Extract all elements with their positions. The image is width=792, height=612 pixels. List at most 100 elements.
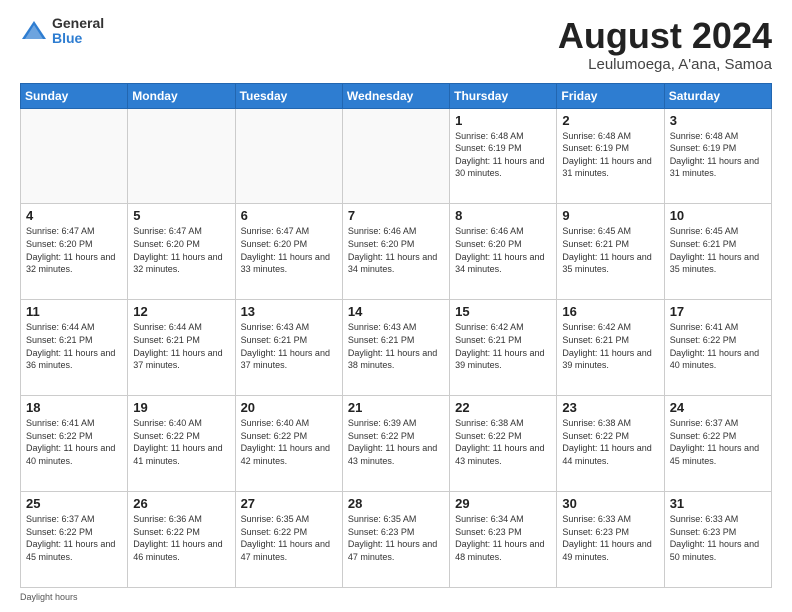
cell-w5-d1: 25Sunrise: 6:37 AM Sunset: 6:22 PM Dayli… [21,492,128,588]
logo-text: General Blue [52,16,104,47]
cell-w2-d5: 8Sunrise: 6:46 AM Sunset: 6:20 PM Daylig… [450,204,557,300]
col-wednesday: Wednesday [342,83,449,108]
calendar-header-row: Sunday Monday Tuesday Wednesday Thursday… [21,83,772,108]
week-row-4: 18 Sunrise: 6:41 AM Sunset: 6:22 PM Dayli… [21,396,772,492]
location: Leulumoega, A'ana, Samoa [558,56,772,73]
day-num-23: 23 [562,400,658,415]
day-info-5: Sunrise: 6:47 AM Sunset: 6:20 PM Dayligh… [133,225,229,275]
cell-w1-d7: 3 Sunrise: 6:48 AM Sunset: 6:19 PM Daylig… [664,108,771,204]
cell-w3-d2: 12Sunrise: 6:44 AM Sunset: 6:21 PM Dayli… [128,300,235,396]
day-num-4: 4 [26,208,122,223]
day-num-11: 11 [26,304,122,319]
day-num-19: 19 [133,400,229,415]
day-info-1: Sunrise: 6:48 AM Sunset: 6:19 PM Dayligh… [455,130,551,180]
page: General Blue August 2024 Leulumoega, A'a… [0,0,792,612]
day-info-29: Sunrise: 6:34 AM Sunset: 6:23 PM Dayligh… [455,513,551,563]
day-info-21: Sunrise: 6:39 AM Sunset: 6:22 PM Dayligh… [348,417,444,467]
day-num-3: 3 [670,113,766,128]
cell-w4-d2: 19 Sunrise: 6:40 AM Sunset: 6:22 PM Dayli… [128,396,235,492]
day-info-18: Sunrise: 6:41 AM Sunset: 6:22 PM Dayligh… [26,417,122,467]
day-info-11: Sunrise: 6:44 AM Sunset: 6:21 PM Dayligh… [26,321,122,371]
col-thursday: Thursday [450,83,557,108]
cell-w1-d1 [21,108,128,204]
day-num-24: 24 [670,400,766,415]
day-num-13: 13 [241,304,337,319]
day-num-29: 29 [455,496,551,511]
col-sunday: Sunday [21,83,128,108]
week-row-5: 25Sunrise: 6:37 AM Sunset: 6:22 PM Dayli… [21,492,772,588]
day-info-15: Sunrise: 6:42 AM Sunset: 6:21 PM Dayligh… [455,321,551,371]
day-num-16: 16 [562,304,658,319]
day-num-30: 30 [562,496,658,511]
month-title: August 2024 [558,16,772,56]
day-info-9: Sunrise: 6:45 AM Sunset: 6:21 PM Dayligh… [562,225,658,275]
week-row-1: 1 Sunrise: 6:48 AM Sunset: 6:19 PM Daylig… [21,108,772,204]
cell-w1-d6: 2 Sunrise: 6:48 AM Sunset: 6:19 PM Daylig… [557,108,664,204]
cell-w2-d2: 5 Sunrise: 6:47 AM Sunset: 6:20 PM Daylig… [128,204,235,300]
col-monday: Monday [128,83,235,108]
day-info-30: Sunrise: 6:33 AM Sunset: 6:23 PM Dayligh… [562,513,658,563]
cell-w4-d6: 23 Sunrise: 6:38 AM Sunset: 6:22 PM Dayli… [557,396,664,492]
cell-w3-d1: 11 Sunrise: 6:44 AM Sunset: 6:21 PM Dayli… [21,300,128,396]
cell-w3-d3: 13Sunrise: 6:43 AM Sunset: 6:21 PM Dayli… [235,300,342,396]
logo-general-text: General [52,16,104,31]
logo-blue-text: Blue [52,31,104,46]
day-num-10: 10 [670,208,766,223]
day-info-25: Sunrise: 6:37 AM Sunset: 6:22 PM Dayligh… [26,513,122,563]
day-info-26: Sunrise: 6:36 AM Sunset: 6:22 PM Dayligh… [133,513,229,563]
day-num-20: 20 [241,400,337,415]
day-num-26: 26 [133,496,229,511]
week-row-3: 11 Sunrise: 6:44 AM Sunset: 6:21 PM Dayli… [21,300,772,396]
day-info-3: Sunrise: 6:48 AM Sunset: 6:19 PM Dayligh… [670,130,766,180]
cell-w1-d4 [342,108,449,204]
cell-w3-d7: 17 Sunrise: 6:41 AM Sunset: 6:22 PM Dayli… [664,300,771,396]
day-info-24: Sunrise: 6:37 AM Sunset: 6:22 PM Dayligh… [670,417,766,467]
cell-w3-d4: 14 Sunrise: 6:43 AM Sunset: 6:21 PM Dayli… [342,300,449,396]
cell-w2-d3: 6Sunrise: 6:47 AM Sunset: 6:20 PM Daylig… [235,204,342,300]
cell-w3-d6: 16 Sunrise: 6:42 AM Sunset: 6:21 PM Dayli… [557,300,664,396]
cell-w2-d6: 9 Sunrise: 6:45 AM Sunset: 6:21 PM Daylig… [557,204,664,300]
cell-w5-d4: 28Sunrise: 6:35 AM Sunset: 6:23 PM Dayli… [342,492,449,588]
day-num-17: 17 [670,304,766,319]
cell-w1-d5: 1 Sunrise: 6:48 AM Sunset: 6:19 PM Daylig… [450,108,557,204]
cell-w3-d5: 15 Sunrise: 6:42 AM Sunset: 6:21 PM Dayli… [450,300,557,396]
day-info-19: Sunrise: 6:40 AM Sunset: 6:22 PM Dayligh… [133,417,229,467]
cell-w2-d1: 4 Sunrise: 6:47 AM Sunset: 6:20 PM Daylig… [21,204,128,300]
col-saturday: Saturday [664,83,771,108]
day-num-5: 5 [133,208,229,223]
day-info-22: Sunrise: 6:38 AM Sunset: 6:22 PM Dayligh… [455,417,551,467]
day-num-15: 15 [455,304,551,319]
logo: General Blue [20,16,104,47]
day-info-14: Sunrise: 6:43 AM Sunset: 6:21 PM Dayligh… [348,321,444,371]
cell-w5-d2: 26 Sunrise: 6:36 AM Sunset: 6:22 PM Dayli… [128,492,235,588]
day-num-6: 6 [241,208,337,223]
title-block: August 2024 Leulumoega, A'ana, Samoa [558,16,772,73]
day-num-22: 22 [455,400,551,415]
day-info-20: Sunrise: 6:40 AM Sunset: 6:22 PM Dayligh… [241,417,337,467]
day-info-16: Sunrise: 6:42 AM Sunset: 6:21 PM Dayligh… [562,321,658,371]
day-info-2: Sunrise: 6:48 AM Sunset: 6:19 PM Dayligh… [562,130,658,180]
day-info-12: Sunrise: 6:44 AM Sunset: 6:21 PM Dayligh… [133,321,229,371]
cell-w5-d7: 31Sunrise: 6:33 AM Sunset: 6:23 PM Dayli… [664,492,771,588]
cell-w1-d2 [128,108,235,204]
daylight-hours-label: Daylight hours [20,592,78,602]
day-info-17: Sunrise: 6:41 AM Sunset: 6:22 PM Dayligh… [670,321,766,371]
cell-w4-d1: 18 Sunrise: 6:41 AM Sunset: 6:22 PM Dayli… [21,396,128,492]
col-friday: Friday [557,83,664,108]
day-num-18: 18 [26,400,122,415]
day-num-14: 14 [348,304,444,319]
day-info-4: Sunrise: 6:47 AM Sunset: 6:20 PM Dayligh… [26,225,122,275]
header: General Blue August 2024 Leulumoega, A'a… [20,16,772,73]
cell-w1-d3 [235,108,342,204]
cell-w5-d6: 30 Sunrise: 6:33 AM Sunset: 6:23 PM Dayli… [557,492,664,588]
day-num-2: 2 [562,113,658,128]
cell-w4-d7: 24 Sunrise: 6:37 AM Sunset: 6:22 PM Dayli… [664,396,771,492]
cell-w4-d3: 20 Sunrise: 6:40 AM Sunset: 6:22 PM Dayli… [235,396,342,492]
day-info-23: Sunrise: 6:38 AM Sunset: 6:22 PM Dayligh… [562,417,658,467]
day-num-9: 9 [562,208,658,223]
day-num-8: 8 [455,208,551,223]
cell-w5-d5: 29 Sunrise: 6:34 AM Sunset: 6:23 PM Dayli… [450,492,557,588]
day-num-21: 21 [348,400,444,415]
cell-w4-d4: 21 Sunrise: 6:39 AM Sunset: 6:22 PM Dayli… [342,396,449,492]
day-num-1: 1 [455,113,551,128]
